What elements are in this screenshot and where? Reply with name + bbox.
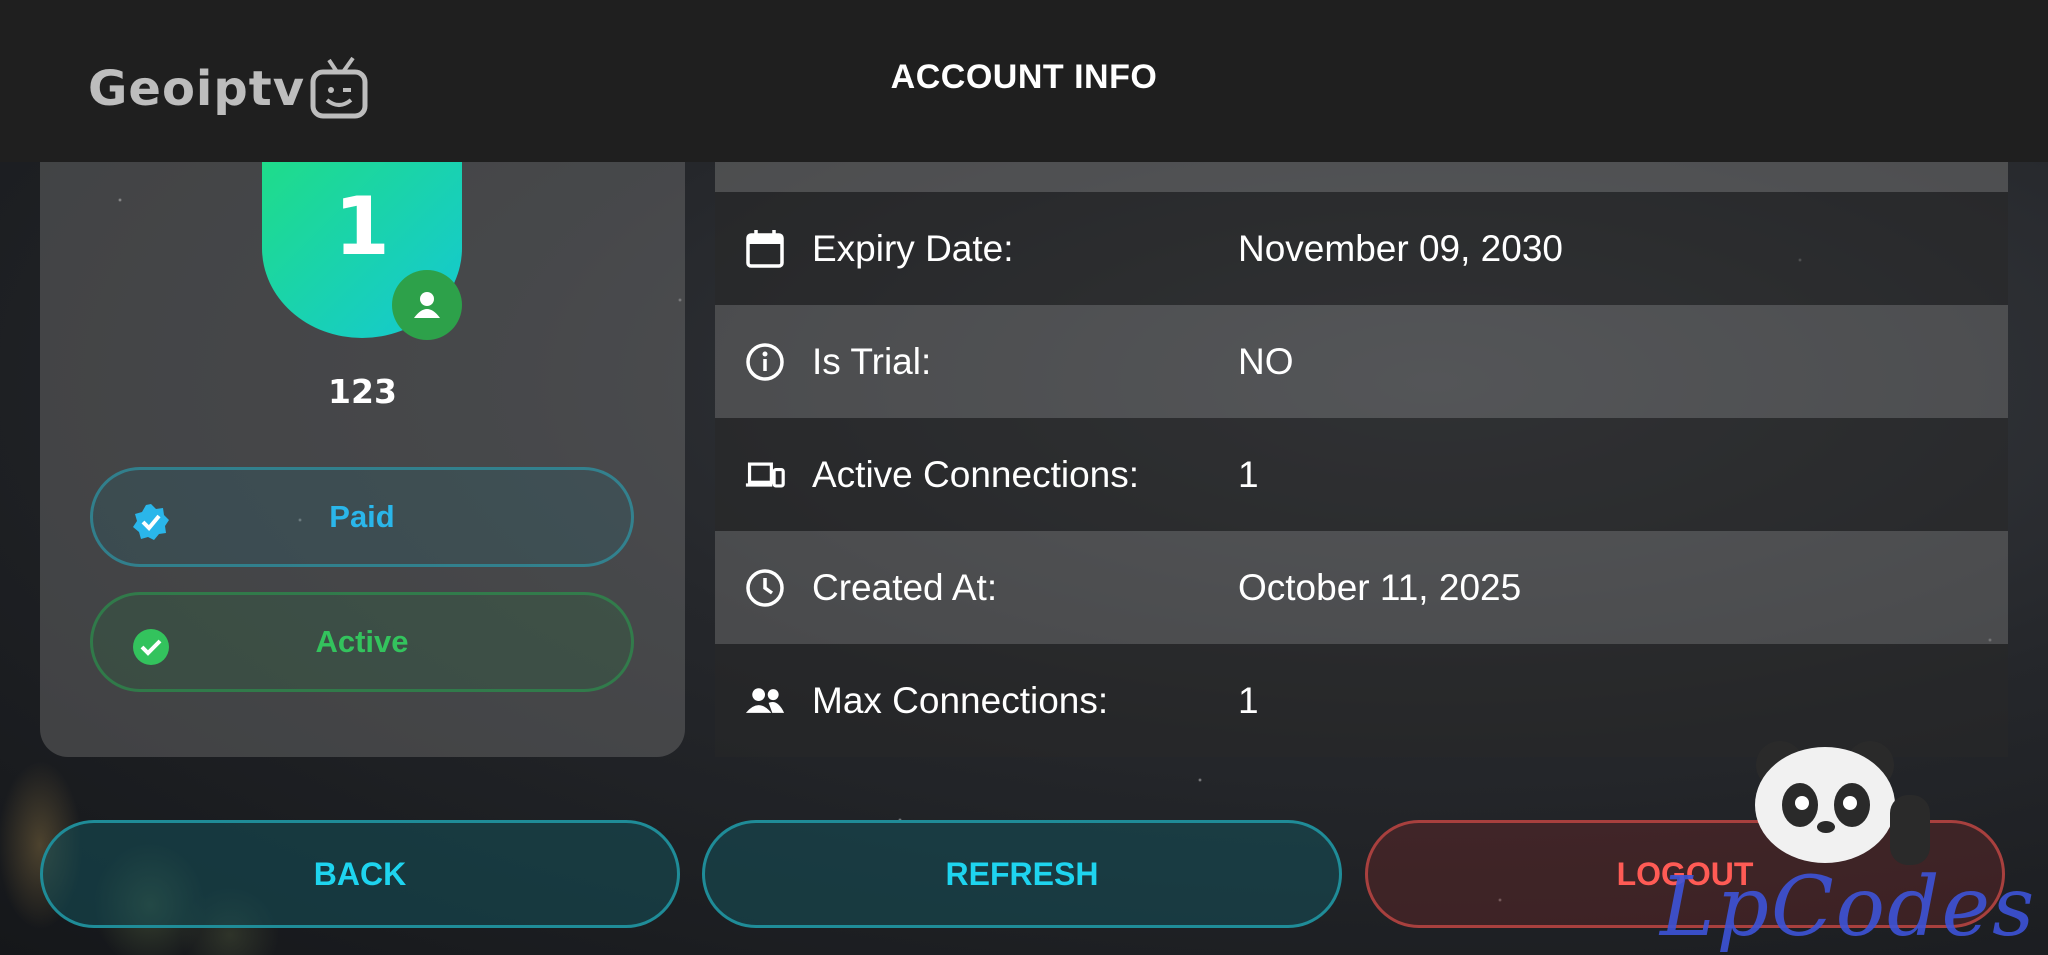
info-row-created-at: Created At: October 11, 2025 [715, 531, 2008, 644]
users-icon [745, 681, 785, 721]
info-row-expiry-date: Expiry Date: November 09, 2030 [715, 192, 2008, 305]
info-icon [745, 342, 785, 382]
active-status-badge: Active [90, 592, 634, 692]
row-label: Active Connections: [812, 453, 1140, 495]
row-value: NO [1238, 340, 1294, 382]
username: 123 [328, 372, 397, 411]
info-row-is-trial: Is Trial: NO [715, 305, 2008, 418]
back-button[interactable]: BACK [40, 820, 680, 928]
panel-top-strip [715, 162, 2008, 192]
active-label: Active [315, 624, 409, 659]
row-value: November 09, 2030 [1238, 227, 1563, 269]
refresh-button[interactable]: REFRESH [702, 820, 1342, 928]
account-info-panel: Expiry Date: November 09, 2030 Is Trial:… [715, 162, 2008, 757]
watermark-text: LpCodes [1660, 860, 2037, 955]
user-icon [392, 270, 462, 340]
paid-label: Paid [329, 499, 395, 534]
clock-icon [745, 568, 785, 608]
row-label: Created At: [812, 566, 998, 608]
row-label: Is Trial: [812, 340, 932, 382]
verified-badge-icon [133, 504, 169, 540]
page-title: ACCOUNT INFO [890, 58, 1158, 96]
avatar-number: 1 [334, 180, 390, 273]
row-value: 1 [1238, 453, 1259, 495]
top-bar: Geoiptv ACCOUNT INFO [0, 0, 2048, 162]
row-value: October 11, 2025 [1238, 566, 1522, 608]
row-value: 1 [1238, 679, 1259, 721]
info-row-active-connections: Active Connections: 1 [715, 418, 2008, 531]
devices-icon [745, 455, 785, 495]
calendar-icon [745, 229, 785, 269]
row-label: Max Connections: [812, 679, 1109, 721]
profile-card: 1 123 Paid Active [40, 162, 685, 757]
paid-status-badge: Paid [90, 467, 634, 567]
check-circle-icon [133, 629, 169, 665]
row-label: Expiry Date: [812, 227, 1014, 269]
